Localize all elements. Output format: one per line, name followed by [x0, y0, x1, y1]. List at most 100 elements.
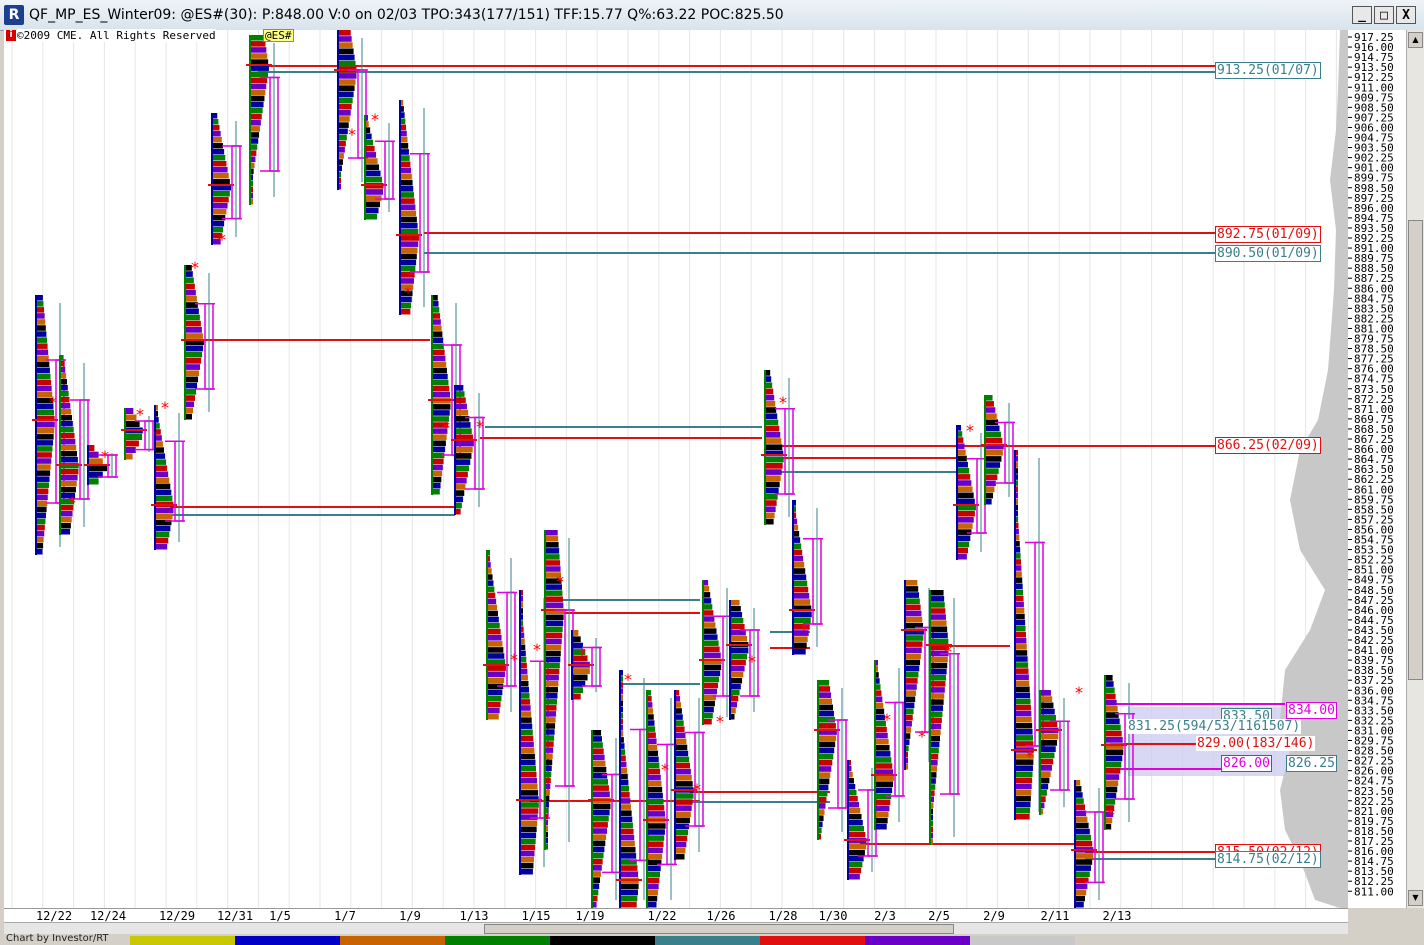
scroll-down-arrow-icon[interactable]: ▼ — [1408, 890, 1423, 906]
tpo-profile — [588, 730, 622, 908]
star-marker: * — [49, 393, 57, 412]
window-title: QF_MP_ES_Winter09: @ES#(30): P:848.00 V:… — [29, 7, 784, 23]
tpo-profile — [1036, 690, 1070, 815]
price-axis[interactable]: 917.25 916.00 914.75 913.50 912.25 911.00 909.… — [1348, 30, 1406, 908]
color-strip — [130, 936, 1075, 945]
star-marker: * — [918, 727, 926, 746]
star-marker: * — [716, 712, 724, 731]
star-marker: * — [371, 110, 379, 129]
title-bar[interactable]: R QF_MP_ES_Winter09: @ES#(30): P:848.00 … — [0, 0, 1424, 31]
level-label: 831.25(594/53/1161507) — [1127, 719, 1302, 734]
star-marker: * — [1107, 805, 1115, 824]
tpo-profile — [671, 690, 705, 860]
date-label: 1/5 — [269, 909, 291, 923]
date-label: 1/7 — [334, 909, 356, 923]
level-label: 834.00 — [1286, 702, 1337, 719]
star-marker: * — [161, 398, 169, 417]
star-marker: * — [476, 417, 484, 436]
star-marker: * — [1026, 747, 1034, 766]
date-label: 1/30 — [819, 909, 848, 923]
tpo-profile — [451, 385, 485, 515]
market-profile-chart[interactable]: * * * * * * * * * * * * * * * * * * * * * * * * * * * * * * — [4, 30, 1348, 908]
tpo-profile — [926, 590, 960, 845]
date-label: 2/9 — [983, 909, 1005, 923]
level-label: 826.00 — [1221, 755, 1272, 772]
price-label: 811.00 — [1354, 885, 1394, 898]
star-marker: * — [218, 230, 226, 249]
scroll-up-arrow-icon[interactable]: ▲ — [1408, 32, 1423, 48]
level-label: 913.25(01/07) — [1215, 62, 1321, 79]
date-label: 1/26 — [707, 909, 736, 923]
tpo-profile — [699, 580, 733, 725]
star-marker: * — [556, 572, 564, 591]
tpo-profile — [181, 265, 215, 420]
tpo-profile — [844, 760, 878, 880]
star-marker: * — [779, 393, 787, 412]
level-label: 814.75(02/12) — [1215, 851, 1321, 868]
level-label: 890.50(01/09) — [1215, 245, 1321, 262]
date-axis: 12/22 12/24 12/29 12/31 1/5 1/7 1/9 1/13 1/15 1/1… — [4, 908, 1348, 923]
star-marker: * — [404, 283, 412, 302]
tpo-profile — [761, 370, 795, 525]
date-label: 1/28 — [769, 909, 798, 923]
tpo-profile — [616, 670, 650, 908]
star-marker: * — [348, 125, 356, 144]
star-marker: * — [578, 645, 586, 664]
chart-canvas: * * * * * * * * * * * * * * * * * * * * * * * * * * * * * * — [11, 30, 1348, 908]
copyright-notice: ©2009 CME. All Rights Reserved — [17, 29, 216, 42]
date-label: 2/11 — [1041, 909, 1070, 923]
app-icon[interactable]: R — [4, 5, 24, 25]
date-label: 12/29 — [159, 909, 195, 923]
star-marker: * — [800, 620, 808, 639]
composite-volume-profile — [1280, 30, 1348, 908]
date-label: 1/13 — [460, 909, 489, 923]
star-marker: * — [1075, 683, 1083, 702]
close-button[interactable]: X — [1396, 6, 1416, 24]
date-label: 1/22 — [648, 909, 677, 923]
star-marker: * — [68, 493, 76, 512]
info-icon[interactable]: i — [6, 30, 16, 41]
tpo-profile — [643, 690, 677, 908]
level-label: 892.75(01/09) — [1215, 226, 1321, 243]
star-marker: * — [136, 405, 144, 424]
star-marker: * — [748, 652, 756, 671]
level-label: 826.25 — [1286, 755, 1337, 772]
tpo-profile — [871, 660, 905, 830]
date-label: 1/15 — [522, 909, 551, 923]
maximize-button[interactable]: □ — [1374, 6, 1394, 24]
symbol-tag[interactable]: @ES# — [263, 29, 294, 42]
star-marker: * — [944, 642, 952, 661]
date-label: 2/3 — [874, 909, 896, 923]
horizontal-scroll-thumb[interactable] — [484, 924, 954, 934]
footer-credit: Chart by Investor/RT — [6, 933, 109, 944]
tpo-profile — [814, 680, 848, 840]
star-marker: * — [661, 760, 669, 779]
tpo-profile — [483, 550, 517, 720]
star-marker: * — [191, 258, 199, 277]
star-marker: * — [966, 421, 974, 440]
level-label: 866.25(02/09) — [1215, 437, 1321, 454]
date-label: 1/9 — [399, 909, 421, 923]
tpo-profile — [246, 35, 280, 205]
vertical-scrollbar[interactable]: ▲ ▼ — [1406, 30, 1424, 908]
star-marker: * — [624, 670, 632, 689]
tpo-profile — [151, 405, 185, 550]
vertical-scroll-thumb[interactable] — [1408, 220, 1423, 680]
date-label: 1/19 — [576, 909, 605, 923]
date-label: 12/24 — [90, 909, 126, 923]
date-label: 2/5 — [928, 909, 950, 923]
tpo-profile — [396, 100, 430, 315]
star-marker: * — [101, 447, 109, 466]
minimize-button[interactable]: _ — [1352, 6, 1372, 24]
star-marker: * — [510, 650, 518, 669]
star-marker: * — [693, 780, 701, 799]
level-label: 829.00(183/146) — [1196, 736, 1316, 751]
star-marker: * — [883, 710, 891, 729]
tpo-profile — [1071, 780, 1105, 908]
star-marker: * — [442, 418, 450, 437]
tpo-profile — [208, 113, 242, 245]
star-marker: * — [533, 640, 541, 659]
date-label: 2/13 — [1103, 909, 1132, 923]
date-label: 12/22 — [36, 909, 72, 923]
date-label: 12/31 — [217, 909, 253, 923]
